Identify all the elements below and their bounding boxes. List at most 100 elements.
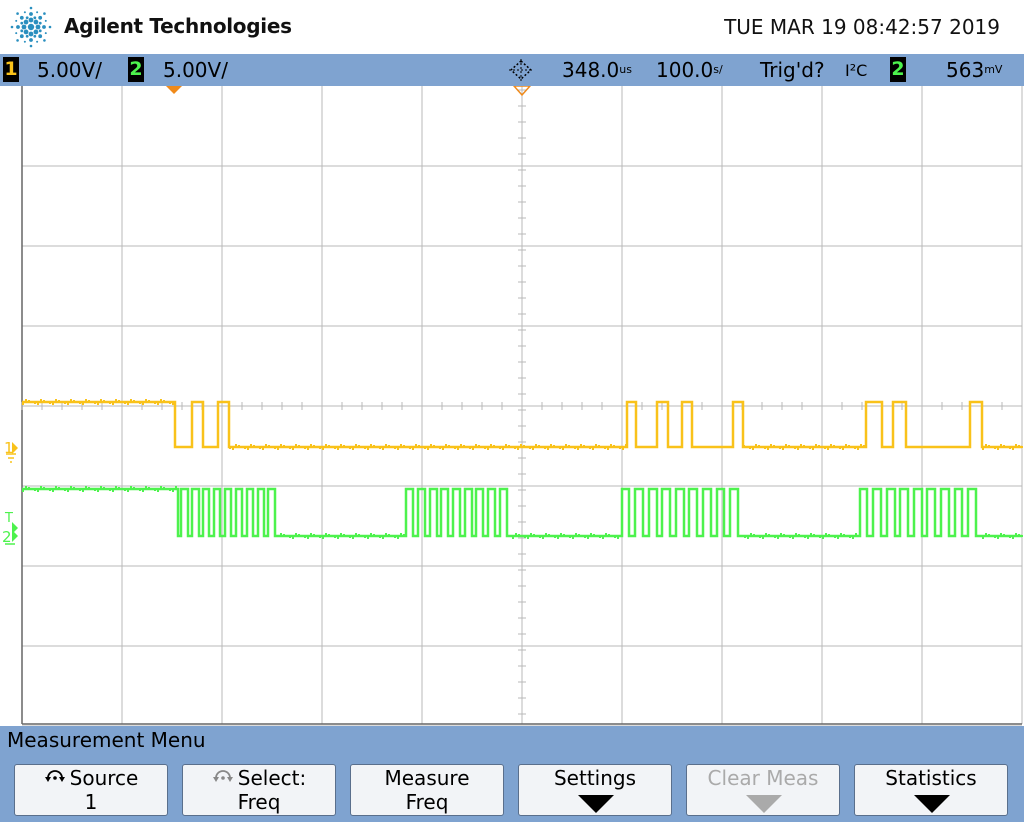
trace-noise-pixel [577,448,579,450]
trace-noise-pixel [322,537,324,539]
trace-noise-pixel [568,445,570,447]
trace-noise-pixel [262,448,264,450]
trace-noise-pixel [857,448,859,450]
statistics-softkey[interactable]: Statistics [854,764,1008,816]
trace-noise-pixel [328,445,330,447]
trace-noise-pixel [824,447,826,449]
trace-noise-pixel [848,445,850,447]
trace-noise-pixel [403,534,405,536]
trace-noise-pixel [73,487,75,489]
trace-noise-pixel [97,403,99,405]
trace-noise-pixel [328,534,330,536]
trigger-source-badge[interactable]: 2 [890,57,906,82]
trace-noise-pixel [88,400,90,402]
trace-noise-pixel [854,447,856,449]
trace-noise-pixel [124,489,126,491]
source-softkey[interactable]: Source 1 [14,764,168,816]
trace-noise-pixel [985,444,987,446]
trace-noise-pixel [112,490,114,492]
trace-noise-pixel [765,533,767,535]
trace-noise-pixel [625,444,627,446]
trace-noise-pixel [1021,535,1023,537]
trace-noise-pixel [385,533,387,535]
trace-noise-pixel [539,536,541,538]
trace-noise-pixel [79,489,81,491]
trace-noise-pixel [301,446,303,448]
trace-noise-pixel [334,447,336,449]
trace-noise-pixel [130,399,132,401]
select-softkey[interactable]: Select: Freq [182,764,336,816]
trace-noise-pixel [265,444,267,446]
trace-noise-pixel [526,446,528,448]
trace-noise-pixel [762,537,764,539]
trace-noise-pixel [235,444,237,446]
date-time: TUE MAR 19 08:42:57 2019 [724,15,1000,39]
channel-1-badge[interactable]: 1 [3,57,19,82]
trace-noise-pixel [529,447,531,449]
trace-noise-pixel [469,447,471,449]
trace-noise-pixel [124,402,126,404]
trace-noise-pixel [358,445,360,447]
trace-noise-pixel [815,444,817,446]
select-softkey-value: Freq [237,790,281,814]
trace-noise-pixel [319,536,321,538]
trace-noise-pixel [460,444,462,446]
trace-noise-pixel [118,400,120,402]
trace-noise-pixel [313,534,315,536]
trace-noise-pixel [22,490,24,492]
trace-noise-pixel [583,445,585,447]
trace-noise-pixel [283,445,285,447]
measure-softkey-label: Measure [384,766,470,790]
trace-noise-pixel [37,403,39,405]
trace-noise-pixel [409,447,411,449]
trace-noise-pixel [768,534,770,536]
trace-noise-pixel [352,448,354,450]
trace-noise-pixel [559,447,561,449]
trace-noise-pixel [828,534,830,536]
trace-noise-pixel [88,487,90,489]
trace-noise-pixel [154,489,156,491]
trace-noise-pixel [617,537,619,539]
trace-noise-pixel [578,534,580,536]
trace-noise-pixel [106,401,108,403]
trace-noise-pixel [91,401,93,403]
trace-noise-pixel [445,444,447,446]
trace-noise-pixel [412,448,414,450]
waveform-display[interactable]: 1 T 2 [0,85,1024,727]
trace-noise-pixel [616,446,618,448]
trace-noise-pixel [1015,444,1017,446]
trace-noise-pixel [46,488,48,490]
channel-2-badge[interactable]: 2 [128,57,144,82]
clear-meas-softkey[interactable]: Clear Meas [686,764,840,816]
trace-noise-pixel [85,399,87,401]
trace-noise-pixel [70,399,72,401]
trace-noise-pixel [61,488,63,490]
trace-noise-pixel [58,487,60,489]
trace-noise-pixel [49,402,51,404]
trace-noise-pixel [1018,445,1020,447]
trace-noise-pixel [64,489,66,491]
trace-noise-pixel [825,533,827,535]
trace-noise-pixel [28,400,30,402]
trace-noise-pixel [85,486,87,488]
trace-noise-pixel [94,402,96,404]
select-softkey-label: Select: [237,766,307,790]
trace-noise-pixel [127,403,129,405]
trace-noise-pixel [376,446,378,448]
trace-noise-pixel [250,444,252,446]
trace-noise-pixel [860,444,862,446]
trace-noise-pixel [127,490,129,492]
trace-noise-pixel [457,448,459,450]
trace-noise-pixel [280,444,282,446]
trace-noise-pixel [322,448,324,450]
trace-noise-pixel [34,402,36,404]
settings-softkey[interactable]: Settings [518,764,672,816]
measure-softkey[interactable]: Measure Freq [350,764,504,816]
trace-noise-pixel [803,445,805,447]
trace-noise-pixel [370,444,372,446]
horizontal-delay-icon [509,59,533,81]
trace-noise-pixel [259,447,261,449]
trace-noise-pixel [394,447,396,449]
trace-noise-pixel [382,537,384,539]
trace-noise-pixel [596,535,598,537]
